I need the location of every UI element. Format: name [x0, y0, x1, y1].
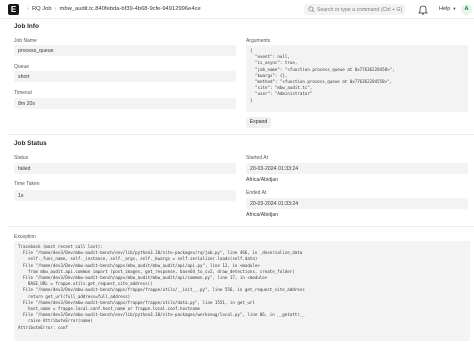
chevron-down-icon: ▼ [452, 6, 457, 11]
job-name-field: process_queue [14, 45, 236, 56]
expand-button[interactable]: Expand [246, 117, 271, 128]
breadcrumb-separator: › [27, 6, 29, 12]
queue-field: short [14, 71, 236, 82]
section-divider [8, 226, 474, 227]
started-at-timezone: Africa/Abidjan [246, 177, 279, 183]
ended-at-label: Ended At [246, 190, 267, 196]
section-title-job-info: Job Info [14, 23, 39, 30]
arguments-code: { "event": null, "is_async": true, "job_… [246, 45, 468, 112]
search-icon [308, 6, 315, 13]
started-at-field: 20-03-2024 01:33:24 [246, 163, 468, 174]
exception-traceback: Traceback (most recent call last): File … [14, 241, 470, 341]
help-label: Help [439, 6, 451, 12]
search-bar[interactable]: Search or type a command (Ctrl + G) [304, 4, 405, 15]
time-taken-field: 1s [14, 190, 236, 201]
notification-bell-icon[interactable] [418, 4, 428, 15]
status-label: Status [14, 155, 29, 161]
section-divider [8, 134, 474, 135]
breadcrumb-item-rq-job[interactable]: RQ Job [32, 6, 52, 12]
help-dropdown[interactable]: Help ▼ [439, 6, 456, 12]
breadcrumb-separator: › [54, 6, 57, 12]
avatar[interactable]: A [461, 4, 472, 15]
ended-at-timezone: Africa/Abidjan [246, 212, 279, 218]
breadcrumb-item-job-id[interactable]: mbw_audit.tc.840febda-bf39-4b68-9cfe-949… [60, 6, 201, 12]
queue-label: Queue [14, 64, 30, 70]
section-title-job-status: Job Status [14, 140, 47, 147]
status-field: failed [14, 163, 236, 174]
timeout-label: Timeout [14, 90, 32, 96]
app-logo[interactable]: E [8, 4, 19, 15]
ended-at-field: 20-03-2024 01:33:24 [246, 198, 468, 209]
job-name-label: Job Name [14, 38, 37, 44]
exception-label: Exception [14, 234, 36, 240]
breadcrumb: › RQ Job › mbw_audit.tc.840febda-bf39-4b68-… [24, 6, 201, 12]
timeout-field: 8m 20s [14, 98, 236, 109]
arguments-label: Arguments [246, 38, 271, 44]
time-taken-label: Time Taken [14, 181, 40, 187]
started-at-label: Started At [246, 155, 268, 161]
navbar: E › RQ Job › mbw_audit.tc.840febda-bf39-4b6… [0, 0, 474, 19]
search-placeholder: Search or type a command (Ctrl + G) [317, 6, 403, 13]
